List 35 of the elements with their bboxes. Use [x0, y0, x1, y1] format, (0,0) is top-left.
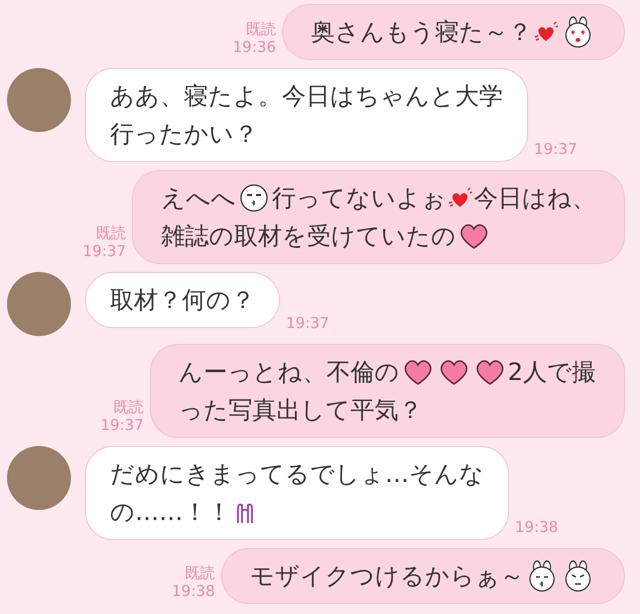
message-time: 19:38 [172, 582, 215, 600]
message-time: 19:37 [82, 242, 126, 260]
message-time: 19:37 [534, 138, 578, 160]
message-time: 19:38 [515, 516, 558, 538]
message-text: だめにきまってるでしょ…そんな [110, 459, 484, 490]
bunny-icon [563, 560, 593, 592]
message-time: 19:37 [100, 416, 144, 434]
message-text: 今日はね、 [474, 183, 596, 214]
message-time: 19:36 [232, 38, 276, 56]
read-receipt: 既読 [185, 564, 215, 582]
bunny-icon [563, 16, 593, 48]
read-receipt: 既読 [96, 224, 126, 242]
message-text: モザイクつけるからぁ～ [250, 561, 524, 592]
face-icon [239, 183, 269, 213]
read-receipt: 既読 [246, 20, 276, 38]
heart-icon [448, 187, 472, 209]
heart-icon [458, 222, 490, 250]
message-text: んーっとね、不倫の [178, 357, 400, 388]
heart-icon [474, 358, 506, 386]
message-time: 19:37 [286, 312, 330, 334]
heart-icon [534, 21, 558, 43]
message-text: えへへ [161, 183, 236, 214]
bunny-icon [527, 560, 557, 592]
message-text: 行ってないよぉ [272, 183, 446, 214]
heart-icon [438, 358, 470, 386]
read-receipt: 既読 [114, 398, 144, 416]
message-text: ああ、寝たよ。今日はちゃんと大学 [110, 81, 503, 112]
message-text: 2人で撮 [508, 357, 596, 388]
message-text: 奥さんもう寝た～？ [311, 17, 532, 48]
message-text: 行ったかい？ [110, 119, 258, 150]
heart-icon [402, 358, 434, 386]
message-text: 取材？何の？ [110, 285, 255, 316]
message-text: った写真出して平気？ [178, 395, 423, 426]
message-text: 雑誌の取材を受けていたの [161, 221, 456, 252]
message-text: の……！！ [110, 497, 231, 528]
